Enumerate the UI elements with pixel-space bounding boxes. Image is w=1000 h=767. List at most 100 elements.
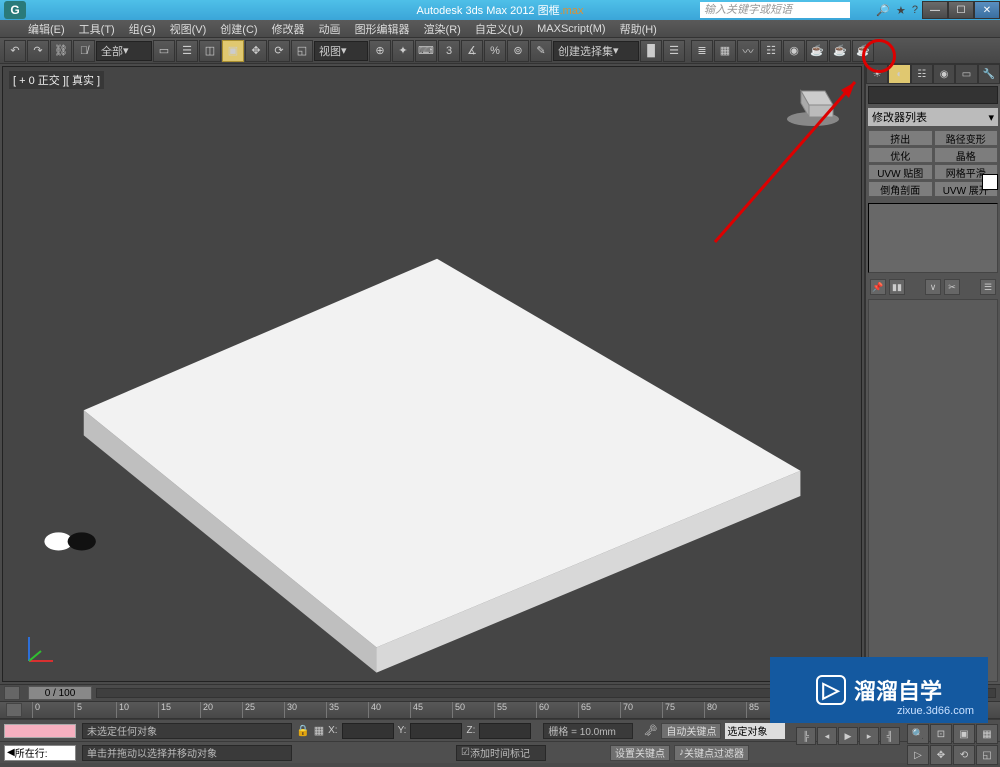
y-input[interactable] — [410, 723, 462, 739]
select-object-button[interactable]: ▭ — [153, 40, 175, 62]
menu-help[interactable]: 帮助(H) — [620, 21, 657, 37]
search-go-icon[interactable]: 🔎 — [876, 4, 890, 17]
angle-snap-button[interactable]: ∡ — [461, 40, 483, 62]
material-editor-button[interactable]: ◉ — [783, 40, 805, 62]
redo-button[interactable]: ↷ — [27, 40, 49, 62]
mod-extrude[interactable]: 挤出 — [868, 130, 933, 146]
menu-group[interactable]: 组(G) — [129, 21, 156, 37]
help-icon[interactable]: ? — [912, 4, 918, 17]
tab-utilities[interactable]: 🔧 — [978, 64, 1000, 84]
render-frame-button[interactable]: ☕ — [829, 40, 851, 62]
menu-anim[interactable]: 动画 — [319, 21, 341, 37]
tab-create[interactable]: ☀ — [866, 64, 888, 84]
z-input[interactable] — [479, 723, 531, 739]
render-button[interactable]: ☕ — [852, 40, 874, 62]
menu-custom[interactable]: 自定义(U) — [475, 21, 523, 37]
iso-icon[interactable]: ▦ — [314, 724, 324, 737]
key-filter-button[interactable]: ♪ 关键点过滤器 — [674, 745, 749, 761]
keyboard-shortcut-button[interactable]: ⌨ — [415, 40, 437, 62]
menu-maxscript[interactable]: MAXScript(M) — [537, 23, 605, 35]
auto-key-button[interactable]: 自动关键点 — [661, 723, 721, 739]
unlink-button[interactable]: ⛓̸ — [73, 40, 95, 62]
tab-display[interactable]: ▭ — [955, 64, 977, 84]
viewcube-icon[interactable] — [783, 77, 843, 129]
align-button[interactable]: ☰ — [663, 40, 685, 62]
menu-tools[interactable]: 工具(T) — [79, 21, 115, 37]
x-input[interactable] — [342, 723, 394, 739]
mod-uvwmap[interactable]: UVW 贴图 — [868, 164, 933, 180]
zoom-extents-all-button[interactable]: ▦ — [976, 724, 998, 744]
info-center[interactable]: 🔎 ★ ? — [876, 4, 918, 17]
rollout-area[interactable] — [868, 299, 998, 682]
add-time-tag-button[interactable]: ☑ 添加时间标记 — [456, 745, 546, 761]
menu-modifier[interactable]: 修改器 — [272, 21, 305, 37]
goto-end-button[interactable]: ╣ — [880, 727, 900, 745]
select-name-button[interactable]: ☰ — [176, 40, 198, 62]
mod-pathdeform[interactable]: 路径变形 — [934, 130, 999, 146]
help-search-input[interactable]: 输入关键字或短语 — [700, 2, 850, 18]
mini-track-1[interactable] — [4, 724, 76, 738]
menu-edit[interactable]: 编辑(E) — [28, 21, 65, 37]
select-region-button[interactable]: ◫ — [199, 40, 221, 62]
modifier-stack[interactable] — [868, 203, 998, 273]
fov-button[interactable]: ▷ — [907, 745, 929, 765]
pan-button[interactable]: ✥ — [930, 745, 952, 765]
mod-lattice[interactable]: 晶格 — [934, 147, 999, 163]
maximize-viewport-button[interactable]: ◱ — [976, 745, 998, 765]
menu-create[interactable]: 创建(C) — [220, 21, 257, 37]
minimize-button[interactable]: — — [922, 1, 948, 19]
percent-snap-button[interactable]: % — [484, 40, 506, 62]
mod-optimize[interactable]: 优化 — [868, 147, 933, 163]
configure-sets-button[interactable]: ☰ — [980, 279, 996, 295]
next-frame-button[interactable]: ▸ — [859, 727, 879, 745]
tab-hierarchy[interactable]: ☷ — [911, 64, 933, 84]
orbit-button[interactable]: ⟲ — [953, 745, 975, 765]
favorite-icon[interactable]: ★ — [896, 4, 906, 17]
show-end-result-button[interactable]: ▮▮ — [889, 279, 905, 295]
play-button[interactable]: ▶ — [838, 727, 858, 745]
link-button[interactable]: ⛓ — [50, 40, 72, 62]
window-crossing-button[interactable]: ▣ — [222, 40, 244, 62]
selected-keys-dropdown[interactable]: 选定对象 — [725, 723, 785, 739]
schematic-view-button[interactable]: ☷ — [760, 40, 782, 62]
layer-manager-button[interactable]: ≣ — [691, 40, 713, 62]
mirror-button[interactable]: ▐▌ — [640, 40, 662, 62]
set-key-button[interactable]: 设置关键点 — [610, 745, 670, 761]
snap-toggle-button[interactable]: 3 — [438, 40, 460, 62]
key-lock-icon[interactable]: 🗝 — [643, 724, 657, 737]
select-scale-button[interactable]: ◱ — [291, 40, 313, 62]
make-unique-button[interactable]: ∨ — [925, 279, 941, 295]
selection-filter[interactable]: 全部 ▾ — [96, 41, 152, 61]
close-button[interactable]: ✕ — [974, 1, 1000, 19]
spinner-snap-button[interactable]: ⊚ — [507, 40, 529, 62]
app-menu-icon[interactable]: G — [4, 1, 26, 19]
lock-icon[interactable]: 🔒 — [296, 724, 310, 737]
pin-stack-button[interactable]: 📌 — [870, 279, 886, 295]
script-line-field[interactable]: ◀ 所在行: — [4, 745, 76, 761]
tab-modify[interactable]: ◐ — [888, 64, 910, 84]
ref-coord-select[interactable]: 视图 ▾ — [314, 41, 368, 61]
manipulate-button[interactable]: ✦ — [392, 40, 414, 62]
viewport[interactable]: [ + 0 正交 ][ 真实 ] — [2, 66, 862, 682]
pivot-center-button[interactable]: ⊕ — [369, 40, 391, 62]
prev-frame-button[interactable]: ◂ — [817, 727, 837, 745]
menu-view[interactable]: 视图(V) — [170, 21, 207, 37]
mod-bevel[interactable]: 倒角剖面 — [868, 181, 933, 197]
modifier-list-dropdown[interactable]: 修改器列表▾ — [868, 108, 998, 126]
zoom-extents-button[interactable]: ▣ — [953, 724, 975, 744]
zoom-all-button[interactable]: ⊡ — [930, 724, 952, 744]
undo-button[interactable]: ↶ — [4, 40, 26, 62]
menu-render[interactable]: 渲染(R) — [424, 21, 461, 37]
select-rotate-button[interactable]: ⟳ — [268, 40, 290, 62]
track-toggle[interactable] — [6, 703, 22, 717]
edit-selection-set-button[interactable]: ✎ — [530, 40, 552, 62]
select-move-button[interactable]: ✥ — [245, 40, 267, 62]
named-selection-sets[interactable]: 创建选择集 ▾ — [553, 41, 639, 61]
zoom-button[interactable]: 🔍 — [907, 724, 929, 744]
graphite-button[interactable]: ▦ — [714, 40, 736, 62]
object-color-swatch[interactable] — [982, 174, 998, 190]
tab-motion[interactable]: ◉ — [933, 64, 955, 84]
menu-graph[interactable]: 图形编辑器 — [355, 21, 410, 37]
goto-start-button[interactable]: ╠ — [796, 727, 816, 745]
curve-editor-button[interactable]: 〰 — [737, 40, 759, 62]
